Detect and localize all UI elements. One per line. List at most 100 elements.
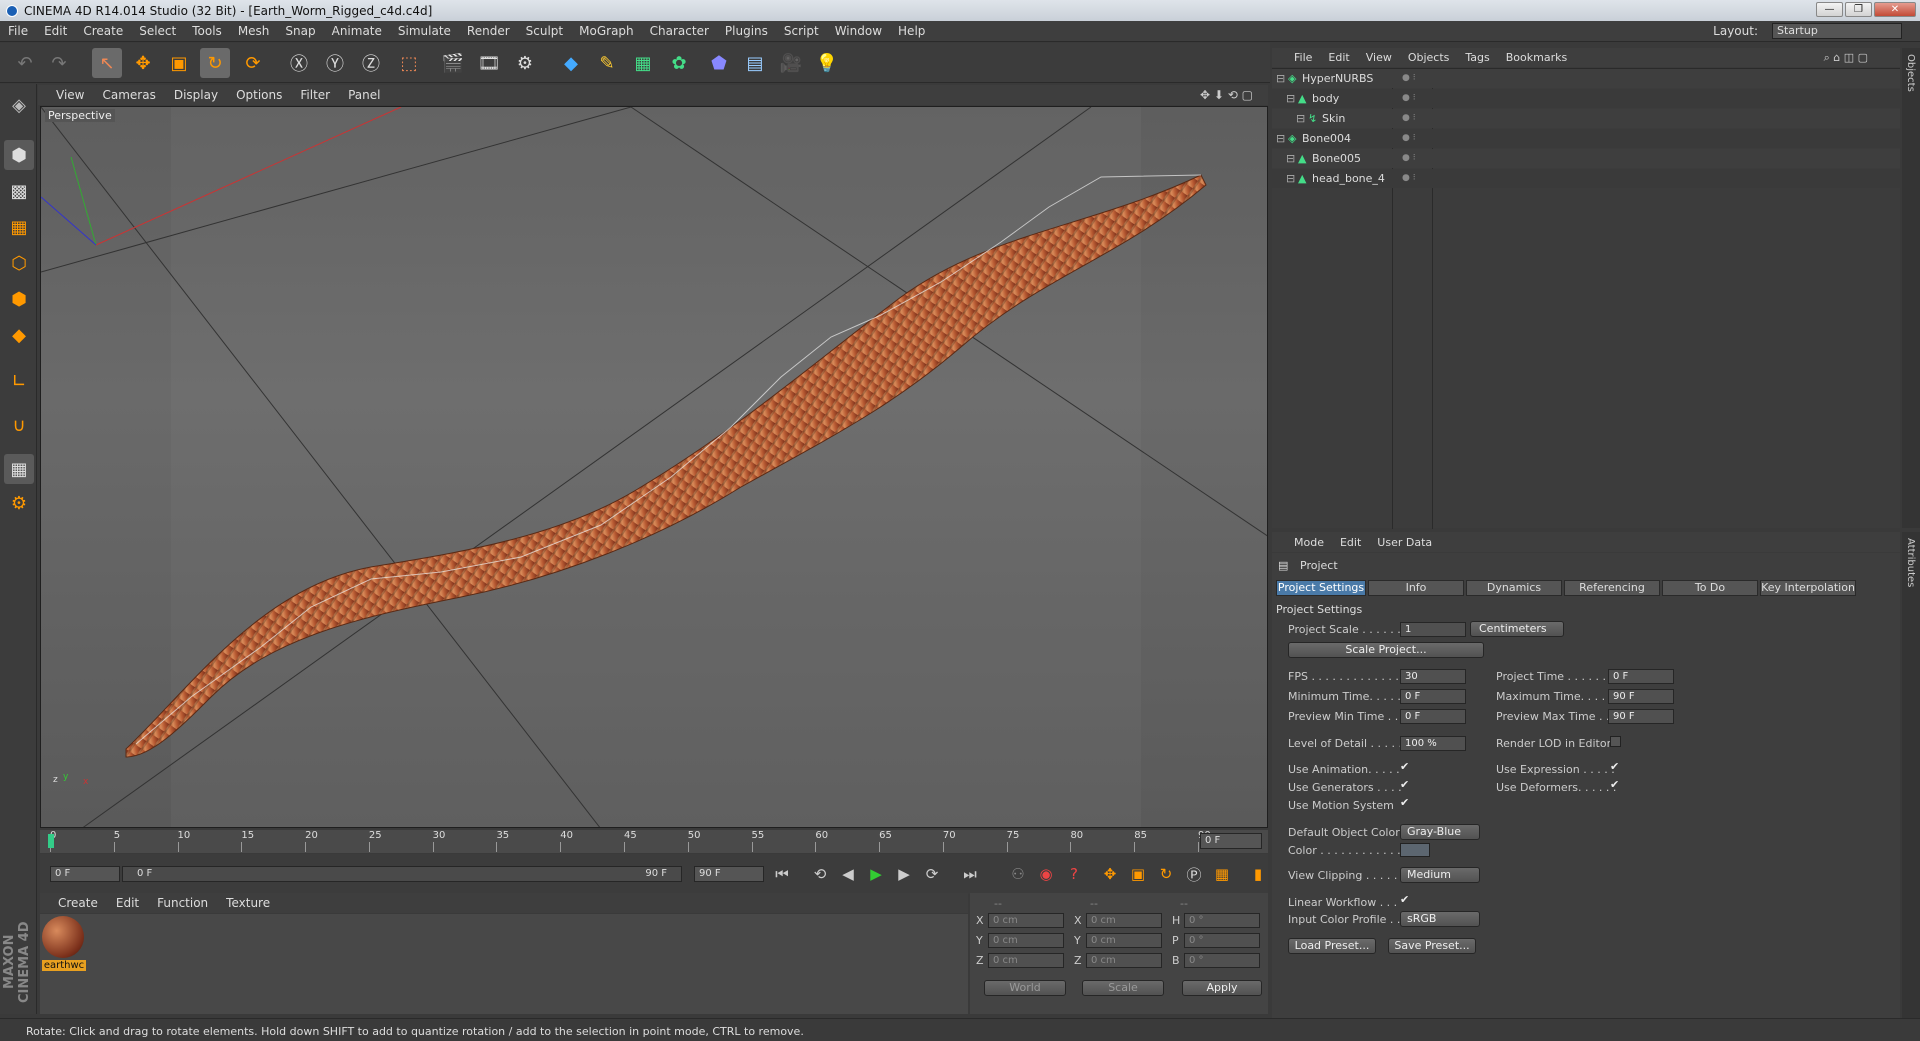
menu-window[interactable]: Window — [827, 24, 890, 38]
viewport-menu-panel[interactable]: Panel — [339, 88, 389, 102]
menu-simulate[interactable]: Simulate — [390, 24, 459, 38]
menu-select[interactable]: Select — [131, 24, 184, 38]
viewport-nav-icons[interactable]: ✥ ⬇ ⟲ ▢ — [1191, 88, 1262, 102]
coord-value-field[interactable]: 0 cm — [988, 953, 1064, 968]
spline-pen-icon[interactable]: ✎ — [592, 48, 622, 78]
coord-mode-dropdown[interactable]: Scale — [1082, 980, 1164, 996]
menu-file[interactable]: File — [0, 24, 36, 38]
coord-value-field[interactable]: 0 ° — [1184, 933, 1260, 948]
visibility-dots-icon[interactable]: ● ⁝ — [1402, 149, 1416, 168]
close-button[interactable]: ✕ — [1874, 2, 1916, 17]
current-frame-field[interactable]: 0 F — [1200, 833, 1262, 849]
obj-menu-edit[interactable]: Edit — [1320, 51, 1357, 64]
coord-value-field[interactable]: 0 cm — [988, 933, 1064, 948]
start-frame-field[interactable]: 0 F — [50, 866, 120, 882]
tab-project-settings[interactable]: Project Settings — [1276, 580, 1366, 596]
expand-icon[interactable]: ⊟ — [1286, 89, 1295, 108]
coord-value-field[interactable]: 0 cm — [1086, 933, 1162, 948]
workplane-lock-icon[interactable]: ⚙ — [4, 488, 34, 518]
menu-mograph[interactable]: MoGraph — [571, 24, 642, 38]
use-deformers-checkbox[interactable]: ✔ — [1610, 779, 1621, 791]
project-scale-unit-dropdown[interactable]: Centimeters — [1470, 621, 1564, 637]
preview-max-field[interactable]: 90 F — [1608, 709, 1674, 724]
expand-icon[interactable]: ⊟ — [1286, 169, 1295, 188]
render-picture-viewer-icon[interactable]: 🎞 — [474, 48, 504, 78]
obj-menu-file[interactable]: File — [1286, 51, 1320, 64]
move-icon[interactable]: ✥ — [128, 48, 158, 78]
menu-sculpt[interactable]: Sculpt — [518, 24, 571, 38]
preview-range-slider[interactable]: 0 F 90 F — [122, 866, 682, 882]
viewport-menu-view[interactable]: View — [38, 88, 93, 102]
object-name[interactable]: Skin — [1322, 109, 1345, 128]
axis-mode-icon[interactable]: ∟ — [4, 366, 34, 396]
key-param-icon[interactable]: Ⓟ — [1182, 862, 1206, 886]
snap-magnet-icon[interactable]: ∪ — [4, 410, 34, 440]
key-scale-icon[interactable]: ▣ — [1126, 862, 1150, 886]
preview-min-field[interactable]: 0 F — [1400, 709, 1466, 724]
fps-field[interactable]: 30 — [1400, 669, 1466, 684]
visibility-dots-icon[interactable]: ● ⁝ — [1402, 129, 1416, 148]
scale-icon[interactable]: ▣ — [164, 48, 194, 78]
next-frame-icon[interactable]: ▶ — [892, 862, 916, 886]
key-position-icon[interactable]: ✥ — [1098, 862, 1122, 886]
viewport-menu-display[interactable]: Display — [165, 88, 227, 102]
tab-info[interactable]: Info — [1368, 580, 1464, 596]
menu-plugins[interactable]: Plugins — [717, 24, 776, 38]
tab-todo[interactable]: To Do — [1662, 580, 1758, 596]
expand-icon[interactable]: ⊟ — [1276, 69, 1285, 88]
perspective-viewport[interactable]: zy x Perspective — [40, 106, 1268, 828]
model-mode-icon[interactable]: ⬢ — [4, 140, 34, 170]
render-lod-checkbox[interactable] — [1610, 736, 1621, 747]
coord-value-field[interactable]: 0 ° — [1184, 953, 1260, 968]
obj-menu-bookmarks[interactable]: Bookmarks — [1498, 51, 1575, 64]
timeline-ruler[interactable]: 051015202530354045505560657075808590 0 F — [40, 830, 1268, 853]
points-mode-icon[interactable]: ⬡ — [4, 248, 34, 278]
use-generators-checkbox[interactable]: ✔ — [1400, 779, 1411, 791]
object-name[interactable]: HyperNURBS — [1302, 69, 1373, 88]
rotate-icon[interactable]: ↻ — [200, 48, 230, 78]
obj-menu-view[interactable]: View — [1358, 51, 1400, 64]
render-settings-icon[interactable]: ⚙ — [510, 48, 540, 78]
visibility-dots-icon[interactable]: ● ⁝ — [1402, 169, 1416, 188]
tab-dynamics[interactable]: Dynamics — [1466, 580, 1562, 596]
tab-key-interpolation[interactable]: Key Interpolation — [1760, 580, 1856, 596]
x-axis-icon[interactable]: Ⓧ — [284, 48, 314, 78]
play-icon[interactable]: ▶ — [864, 862, 888, 886]
layout-dropdown[interactable]: Startup — [1772, 23, 1902, 39]
apply-button[interactable]: Apply — [1182, 980, 1262, 996]
floor-icon[interactable]: ▤ — [740, 48, 770, 78]
min-time-field[interactable]: 0 F — [1400, 689, 1466, 704]
coordinate-system-icon[interactable]: ⬚ — [394, 48, 424, 78]
undo-icon[interactable]: ↶ — [10, 48, 40, 78]
go-to-end-icon[interactable]: ⏭ — [958, 862, 982, 886]
menu-render[interactable]: Render — [459, 24, 518, 38]
use-animation-checkbox[interactable]: ✔ — [1400, 761, 1411, 773]
expand-icon[interactable]: ⊟ — [1286, 149, 1295, 168]
tab-referencing[interactable]: Referencing — [1564, 580, 1660, 596]
object-row[interactable]: ⊟ ↯ Skin ● ⁝ — [1272, 109, 1900, 128]
key-rotation-icon[interactable]: ↻ — [1154, 862, 1178, 886]
object-row[interactable]: ⊟ ▲ Bone005 ● ⁝ — [1272, 149, 1900, 168]
object-row[interactable]: ⊟ ◈ Bone004 ● ⁝ — [1272, 129, 1900, 148]
visibility-dots-icon[interactable]: ● ⁝ — [1402, 89, 1416, 108]
view-clipping-dropdown[interactable]: Medium — [1400, 867, 1480, 883]
save-preset-button[interactable]: Save Preset... — [1388, 938, 1476, 954]
camera-icon[interactable]: 🎥 — [776, 48, 806, 78]
menu-help[interactable]: Help — [890, 24, 933, 38]
recent-tool-icon[interactable]: ⟳ — [238, 48, 268, 78]
viewport-menu-filter[interactable]: Filter — [291, 88, 339, 102]
visibility-dots-icon[interactable]: ● ⁝ — [1402, 109, 1416, 128]
obj-menu-tags[interactable]: Tags — [1457, 51, 1497, 64]
mat-menu-edit[interactable]: Edit — [107, 896, 148, 910]
y-axis-icon[interactable]: Ⓨ — [320, 48, 350, 78]
default-color-dropdown[interactable]: Gray-Blue — [1400, 824, 1480, 840]
linear-workflow-checkbox[interactable]: ✔ — [1400, 894, 1411, 906]
menu-tools[interactable]: Tools — [184, 24, 230, 38]
end-frame-field[interactable]: 90 F — [694, 866, 764, 882]
object-row[interactable]: ⊟ ▲ body ● ⁝ — [1272, 89, 1900, 108]
polygons-mode-icon[interactable]: ◆ — [4, 320, 34, 350]
render-view-icon[interactable]: 🎬 — [438, 48, 468, 78]
project-scale-field[interactable]: 1 — [1400, 622, 1466, 637]
prev-frame-icon[interactable]: ◀ — [836, 862, 860, 886]
viewport-menu-cameras[interactable]: Cameras — [93, 88, 164, 102]
